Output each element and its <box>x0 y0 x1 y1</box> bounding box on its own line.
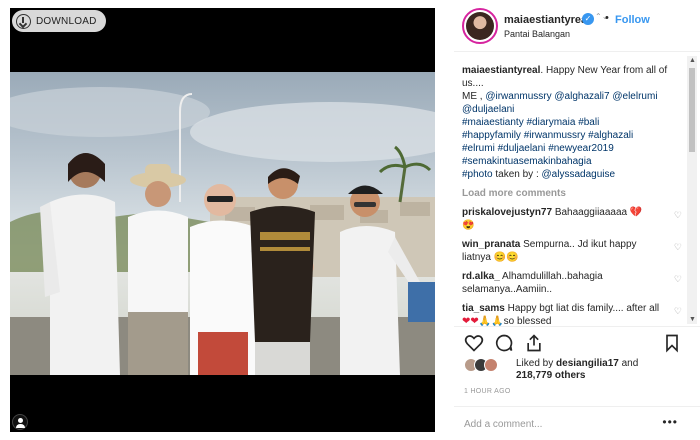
hashtag-link[interactable]: #maiaestianty <box>462 117 524 128</box>
hashtag-link[interactable]: #happyfamily <box>462 130 521 141</box>
like-heart-icon[interactable] <box>464 333 484 353</box>
like-comment-heart-icon[interactable]: ♡ <box>674 241 682 254</box>
liker-avatar[interactable] <box>484 358 498 372</box>
post-timestamp[interactable]: 1 HOUR AGO <box>464 388 511 395</box>
hashtag-link[interactable]: #bali <box>578 117 599 128</box>
photo-credit-text: taken by : <box>492 169 542 180</box>
separator-dot: • <box>605 12 609 24</box>
more-options-icon[interactable]: ••• <box>662 415 678 429</box>
location-link[interactable]: Pantai Balangan <box>504 29 570 39</box>
caption-username[interactable]: maiaestiantyreal <box>462 65 540 76</box>
hashtag-link[interactable]: #elrumi <box>462 143 495 154</box>
hashtag-link[interactable]: #alghazali <box>588 130 633 141</box>
heart-eyes-emoji: 😍 <box>462 220 475 231</box>
post-caption: maiaestiantyreal. Happy New Year from al… <box>462 64 684 181</box>
comment-bubble-icon[interactable] <box>494 333 514 353</box>
comment-username[interactable]: win_pranata <box>462 239 520 250</box>
add-comment-input[interactable] <box>464 416 644 432</box>
mention-link[interactable]: @alyssadaguise <box>542 169 616 180</box>
like-comment-heart-icon[interactable]: ♡ <box>674 305 682 318</box>
comment-item: rd.alka_ Alhamdulillah..bahagia selamany… <box>462 270 684 296</box>
broken-heart-emoji: 💔 <box>629 207 643 218</box>
share-icon[interactable] <box>524 333 544 353</box>
comment-tail-text: so blessed <box>503 316 552 326</box>
comment-item: win_pranata Sempurna.. Jd ikut happy lia… <box>462 238 684 264</box>
hashtag-link[interactable]: #irwanmussry <box>524 130 586 141</box>
comment-username[interactable]: tia_sams <box>462 303 505 314</box>
comment-username[interactable]: priskalovejustyn77 <box>462 207 552 218</box>
hearts-emoji: ❤❤ <box>462 316 479 326</box>
post-sidebar: maiaestiantyreal ✓ ⌃⌄ • Follow Pantai Ba… <box>454 0 700 440</box>
mention-link[interactable]: @elelrumi <box>612 91 657 102</box>
post-media[interactable]: DOWNLOAD <box>10 8 435 432</box>
follow-button[interactable]: Follow <box>615 14 650 26</box>
mention-link[interactable]: @alghazali7 <box>554 91 609 102</box>
action-bar <box>454 326 700 356</box>
download-label: DOWNLOAD <box>36 15 97 27</box>
profile-avatar[interactable] <box>462 8 498 44</box>
caption-text-2: ME , <box>462 91 486 102</box>
add-comment-bar: ••• <box>454 406 700 440</box>
likes-middle: and <box>618 358 639 369</box>
tagged-user-icon[interactable] <box>12 414 28 430</box>
hashtag-link[interactable]: #newyear2019 <box>548 143 614 154</box>
liker-username[interactable]: desiangilia17 <box>556 358 619 369</box>
hashtag-link[interactable]: #diarymaia <box>526 117 575 128</box>
comment-text: Bahaaggiiaaaaa <box>554 207 628 218</box>
smile-emoji: 😊😊 <box>493 252 519 263</box>
comment-text: Happy bgt liat dis family.... after all <box>507 303 660 314</box>
download-icon <box>16 13 31 29</box>
mention-link[interactable]: @irwanmussry <box>485 91 551 102</box>
hashtag-link[interactable]: #semakintuasemakinbahagia <box>462 156 592 167</box>
scrollbar-thumb[interactable] <box>689 68 695 152</box>
header-username[interactable]: maiaestiantyreal <box>504 14 590 26</box>
likes-prefix: Liked by <box>516 358 557 369</box>
comment-item: tia_sams Happy bgt liat dis family.... a… <box>462 302 684 326</box>
hashtag-link[interactable]: #duljaelani <box>498 143 546 154</box>
bookmark-icon[interactable] <box>662 333 682 353</box>
download-button[interactable]: DOWNLOAD <box>12 10 106 32</box>
post-photo[interactable] <box>10 72 435 375</box>
comment-username[interactable]: rd.alka_ <box>462 271 500 282</box>
comments-scrollbar[interactable]: ▲ ▼ <box>687 56 697 324</box>
family-beach-photo <box>10 87 435 375</box>
scroll-down-arrow-icon[interactable]: ▼ <box>689 316 696 323</box>
scroll-up-arrow-icon[interactable]: ▲ <box>689 57 696 64</box>
load-more-comments-button[interactable]: Load more comments <box>462 187 684 200</box>
comment-item: priskalovejustyn77 Bahaaggiiaaaaa 💔 😍 ♡ <box>462 206 684 232</box>
likes-text: Liked by desiangilia17 and 218,779 others <box>516 358 638 382</box>
pray-emoji: 🙏🙏 <box>478 316 504 326</box>
mention-link[interactable]: @duljaelani <box>462 104 514 115</box>
likes-count[interactable]: 218,779 others <box>516 370 586 381</box>
like-comment-heart-icon[interactable]: ♡ <box>674 273 682 286</box>
comments-area: maiaestiantyreal. Happy New Year from al… <box>462 64 684 326</box>
hashtag-link[interactable]: #photo <box>462 169 493 180</box>
verified-badge-icon: ✓ <box>582 13 594 25</box>
like-comment-heart-icon[interactable]: ♡ <box>674 209 682 222</box>
likes-summary: Liked by desiangilia17 and 218,779 others <box>464 356 694 382</box>
post-header: maiaestiantyreal ✓ ⌃⌄ • Follow Pantai Ba… <box>454 0 700 52</box>
